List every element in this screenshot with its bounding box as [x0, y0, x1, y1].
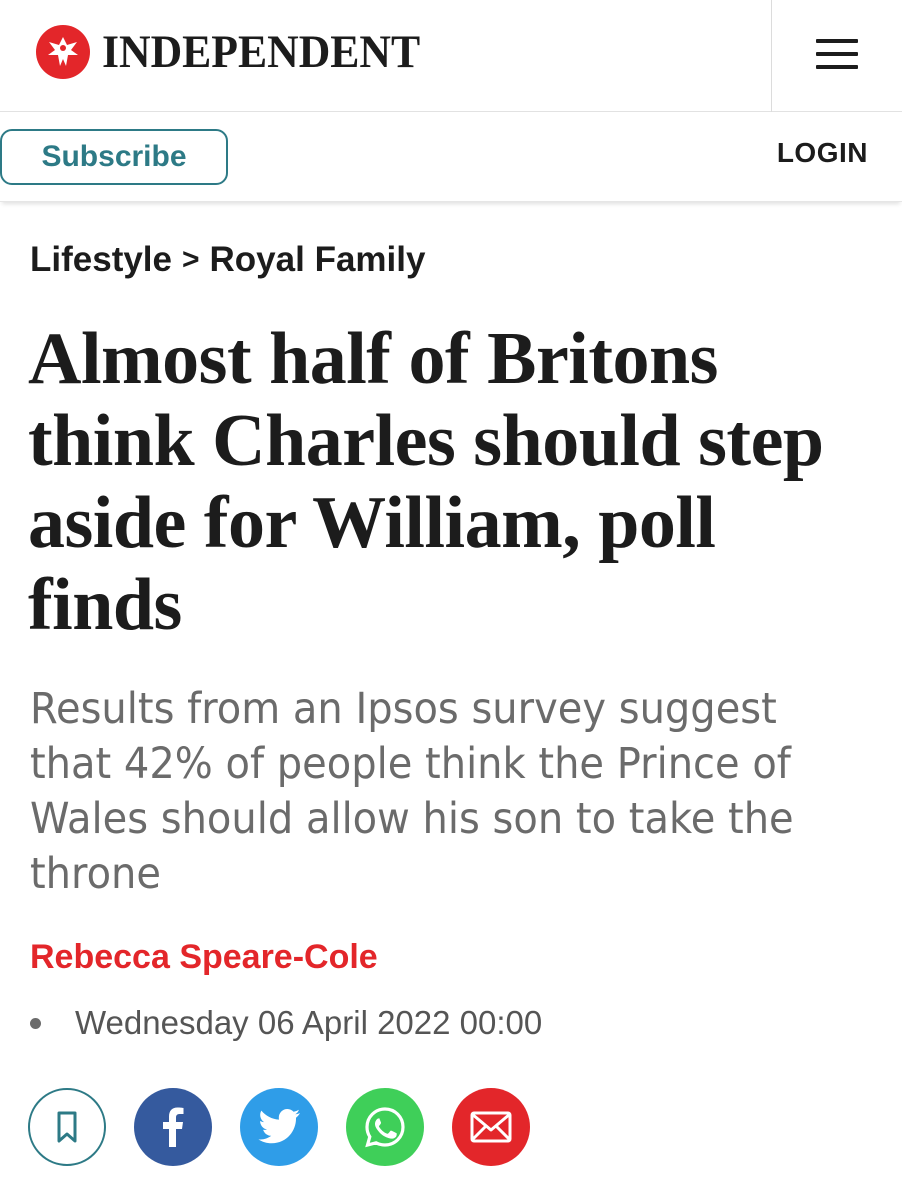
twitter-icon[interactable]	[240, 1088, 318, 1166]
bookmark-icon[interactable]	[28, 1088, 106, 1166]
login-link[interactable]: LOGIN	[777, 137, 868, 169]
top-header: INDEPENDENT	[0, 0, 902, 112]
hamburger-menu-icon[interactable]	[812, 34, 862, 74]
site-logo[interactable]: INDEPENDENT	[36, 22, 444, 82]
publish-date: Wednesday 06 April 2022 00:00	[30, 1004, 542, 1042]
article-standfirst: Results from an Ipsos survey suggest tha…	[30, 684, 794, 899]
author-link[interactable]: Rebecca Speare-Cole	[30, 938, 378, 977]
breadcrumb: Lifestyle > Royal Family	[30, 240, 425, 280]
breadcrumb-lifestyle[interactable]: Lifestyle	[30, 240, 172, 280]
breadcrumb-separator: >	[182, 243, 200, 276]
article-headline: Almost half of Britons think Charles sho…	[28, 318, 824, 646]
publish-date-text: Wednesday 06 April 2022 00:00	[75, 1004, 543, 1041]
menu-divider	[771, 0, 772, 112]
email-icon[interactable]	[452, 1088, 530, 1166]
eagle-icon	[36, 25, 90, 79]
share-bar	[28, 1088, 530, 1166]
breadcrumb-royal-family[interactable]: Royal Family	[210, 240, 426, 280]
subscribe-button[interactable]: Subscribe	[0, 129, 228, 185]
bullet-dot	[30, 1017, 41, 1029]
logo-wordmark: INDEPENDENT	[102, 25, 421, 78]
account-bar: Subscribe LOGIN	[0, 112, 902, 202]
facebook-icon[interactable]	[134, 1088, 212, 1166]
whatsapp-icon[interactable]	[346, 1088, 424, 1166]
